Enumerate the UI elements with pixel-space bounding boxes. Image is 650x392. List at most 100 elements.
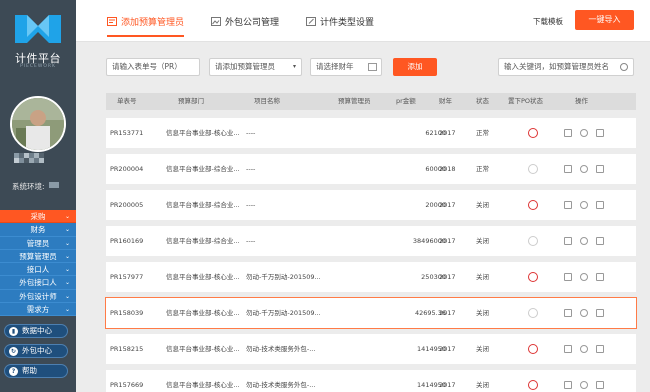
cell-dept: 信息平台事业部-核心业...	[166, 381, 240, 389]
edit-icon[interactable]	[564, 165, 572, 173]
delete-icon[interactable]	[596, 237, 604, 245]
budget-admin-select[interactable]: 请添加预算管理员 ▾	[209, 58, 302, 76]
tab-piece-type-settings[interactable]: 计件类型设置	[306, 13, 374, 29]
outsource-center-button[interactable]: ↻ 外包中心	[4, 344, 68, 358]
delete-icon[interactable]	[596, 201, 604, 209]
menu-label: 外包设计师	[19, 291, 57, 301]
delete-icon[interactable]	[596, 273, 604, 281]
menu-item-finance[interactable]: 财务 ⌄	[0, 223, 76, 237]
edit-icon[interactable]	[564, 201, 572, 209]
cell-project: ----	[246, 129, 256, 137]
menu-label: 外包接口人	[19, 278, 57, 288]
settings-icon[interactable]	[580, 345, 588, 353]
refresh-icon: ↻	[9, 347, 18, 356]
settings-icon[interactable]	[580, 237, 588, 245]
delete-icon[interactable]	[596, 165, 604, 173]
menu-item-purchase[interactable]: 采购 ⌄	[0, 210, 76, 224]
pill-label: 帮助	[22, 366, 37, 375]
fiscal-year-picker[interactable]: 请选择财年	[310, 58, 382, 76]
cell-pr: PR153771	[110, 129, 144, 137]
table-row[interactable]: PR160169 信息平台事业部-综合业... ---- 38496000 2017 关闭	[106, 226, 636, 256]
table-header: 单表号 预算部门 项目名称 预算管理员 pr金额 财年 状态 置下PO状态 操作	[106, 93, 636, 110]
cell-pr: PR158039	[110, 309, 144, 317]
cell-status: 关闭	[476, 237, 489, 245]
add-button[interactable]: 添加	[393, 58, 437, 76]
cell-dept: 信息平台事业部-核心业...	[166, 345, 240, 353]
search-icon[interactable]	[620, 63, 628, 71]
cell-project: 勿动-千万别动-201509...	[246, 309, 321, 317]
settings-icon[interactable]	[580, 309, 588, 317]
cell-pr: PR160169	[110, 237, 144, 245]
cell-status: 关闭	[476, 201, 489, 209]
pr-placeholder: 请输入表单号（PR）	[112, 62, 182, 71]
delete-icon[interactable]	[596, 309, 604, 317]
menu-item-admin[interactable]: 管理员 ⌄	[0, 236, 76, 250]
cell-year: 2017	[439, 309, 456, 317]
menu-item-contact[interactable]: 接口人 ⌄	[0, 263, 76, 277]
table-row[interactable]: PR157977 信息平台事业部-核心业... 勿动-千万别动-201509... 2…	[106, 262, 636, 292]
pill-label: 数据中心	[22, 326, 52, 335]
po-status-seal-icon	[528, 236, 538, 246]
cell-pr: PR157977	[110, 273, 144, 281]
edit-icon[interactable]	[564, 381, 572, 389]
menu-item-outsource-designer[interactable]: 外包设计师 ⌄	[0, 289, 76, 304]
settings-icon[interactable]	[580, 381, 588, 389]
help-icon: ?	[9, 367, 18, 376]
calendar-icon	[368, 63, 377, 71]
edit-icon[interactable]	[564, 345, 572, 353]
delete-icon[interactable]	[596, 345, 604, 353]
delete-icon[interactable]	[596, 381, 604, 389]
chevron-down-icon: ⌄	[64, 266, 70, 274]
pr-number-input[interactable]: 请输入表单号（PR）	[106, 58, 200, 76]
menu-item-budget-admin[interactable]: 预算管理员 ⌄	[0, 249, 76, 264]
delete-icon[interactable]	[596, 129, 604, 137]
cell-project: ----	[246, 237, 256, 245]
menu-item-demand[interactable]: 需求方 ⌄	[0, 303, 76, 317]
data-center-button[interactable]: ▮ 数据中心	[4, 324, 68, 338]
edit-icon[interactable]	[564, 273, 572, 281]
po-status-seal-icon	[528, 128, 538, 138]
table-row[interactable]: PR200005 信息平台事业部-综合业... ---- 20000 2017 关闭	[106, 190, 636, 220]
menu-label: 接口人	[26, 265, 50, 275]
cell-project: ----	[246, 201, 256, 209]
tab-outsource-company[interactable]: 外包公司管理	[211, 13, 279, 29]
po-status-seal-icon	[528, 200, 538, 210]
chevron-down-icon: ⌄	[64, 279, 70, 287]
cell-dept: 信息平台事业部-综合业...	[166, 201, 240, 209]
help-button[interactable]: ? 帮助	[4, 364, 68, 378]
chevron-down-icon: ⌄	[64, 292, 70, 300]
cell-year: 2017	[439, 237, 456, 245]
settings-icon[interactable]	[580, 273, 588, 281]
cell-project: ----	[246, 165, 256, 173]
manager-placeholder: 请添加预算管理员	[215, 62, 275, 71]
sidebar-menu: 采购 ⌄ 财务 ⌄ 管理员 ⌄ 预算管理员 ⌄ 接口人 ⌄ 外包接口人 ⌄ 外包设计师 ⌄ 需…	[0, 210, 76, 317]
keyword-search-input[interactable]: 输入关键词，如预算管理员姓名	[498, 58, 634, 76]
avatar[interactable]	[10, 96, 66, 152]
pill-label: 外包中心	[22, 346, 52, 355]
po-status-seal-icon	[528, 380, 538, 390]
table-row[interactable]: PR158215 信息平台事业部-核心业... 勿动-技术类服务外包-... 1414…	[106, 334, 636, 364]
logo-subtitle: PIECEWORK	[20, 64, 56, 69]
menu-item-outsource-contact[interactable]: 外包接口人 ⌄	[0, 276, 76, 290]
edit-icon[interactable]	[564, 309, 572, 317]
menu-label: 管理员	[26, 238, 50, 248]
settings-icon[interactable]	[580, 165, 588, 173]
table-row[interactable]: PR157669 信息平台事业部-核心业... 勿动-技术类服务外包-... 1414…	[106, 370, 636, 392]
table-row[interactable]: PR200004 信息平台事业部-综合业... ---- 60000 2018 正常	[106, 154, 636, 184]
settings-icon[interactable]	[580, 201, 588, 209]
tab-add-budget-admin[interactable]: 添加预算管理员	[107, 13, 185, 37]
one-click-import-button[interactable]: 一键导入	[575, 10, 634, 30]
po-status-seal-icon	[528, 308, 538, 318]
table-row[interactable]: PR153771 信息平台事业部-核心业... ---- 62100 2017 正常	[106, 118, 636, 148]
download-template-link[interactable]: 下载模板	[533, 16, 563, 27]
settings-icon[interactable]	[580, 129, 588, 137]
cell-project: 勿动-技术类服务外包-...	[246, 381, 316, 389]
search-placeholder: 输入关键词，如预算管理员姓名	[504, 62, 609, 71]
top-bar: 添加预算管理员 外包公司管理 计件类型设置 下载模板 一键导入	[76, 0, 650, 42]
cell-year: 2018	[439, 165, 456, 173]
edit-icon[interactable]	[564, 129, 572, 137]
edit-icon[interactable]	[564, 237, 572, 245]
cell-year: 2017	[439, 345, 456, 353]
cell-status: 关闭	[476, 309, 489, 317]
table-row[interactable]: PR158039 信息平台事业部-核心业... 勿动-千万别动-201509... 4…	[105, 297, 637, 329]
